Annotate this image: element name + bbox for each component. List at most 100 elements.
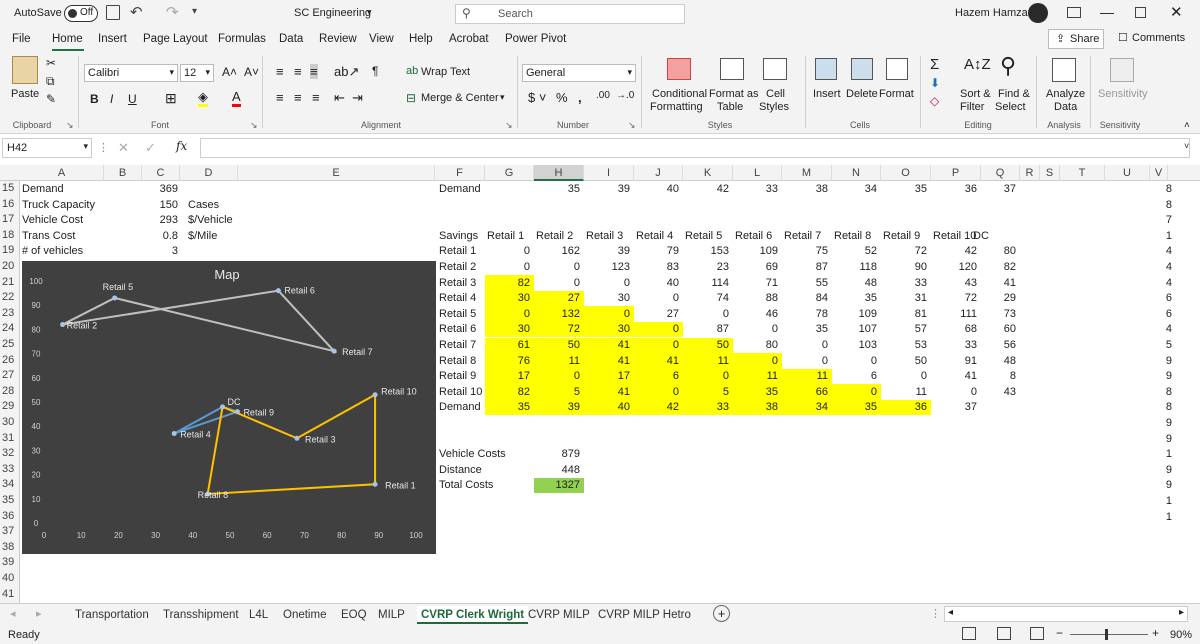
demand-value[interactable]: 42 [683, 182, 729, 197]
savings-value[interactable]: 109 [832, 307, 877, 322]
savings-value[interactable]: 6 [634, 369, 679, 384]
paste-icon[interactable] [12, 56, 38, 84]
partial-cell-value[interactable]: 8 [1160, 400, 1172, 415]
sheet-tab[interactable]: L4L [249, 606, 268, 624]
demand-value[interactable]: 35 [534, 182, 580, 197]
search-box[interactable]: ⚲ Search [455, 4, 685, 24]
demand-value[interactable]: 40 [634, 182, 679, 197]
partial-cell-value[interactable]: 9 [1160, 478, 1172, 493]
savings-demand-value[interactable]: 35 [485, 400, 530, 415]
analyze-data-label-1[interactable]: Analyze [1046, 88, 1085, 100]
param-value[interactable]: 369 [142, 182, 178, 197]
savings-value[interactable]: 52 [832, 244, 877, 259]
cost-label[interactable]: Distance [439, 463, 482, 478]
menu-view[interactable]: View [369, 33, 394, 45]
savings-value[interactable]: 71 [733, 276, 778, 291]
savings-value[interactable]: 50 [534, 338, 580, 353]
savings-demand-value[interactable]: 42 [634, 400, 679, 415]
menu-formulas[interactable]: Formulas [218, 33, 266, 45]
menu-power-pivot[interactable]: Power Pivot [505, 33, 566, 45]
sheet-tab[interactable]: CVRP Clerk Wright [417, 606, 529, 624]
savings-value[interactable]: 42 [931, 244, 977, 259]
savings-value[interactable]: 41 [981, 276, 1016, 291]
align-right-icon[interactable]: ≡ [312, 90, 320, 105]
next-sheet-icon[interactable]: ▸ [36, 607, 42, 620]
savings-value[interactable]: 0 [832, 354, 877, 369]
savings-value[interactable]: 0 [634, 385, 679, 400]
chevron-down-icon[interactable]: ▾ [367, 7, 372, 18]
save-icon[interactable] [106, 5, 120, 20]
zoom-in-icon[interactable]: + [1152, 626, 1159, 640]
param-value[interactable]: 293 [142, 213, 178, 228]
savings-value[interactable]: 60 [981, 322, 1016, 337]
analyze-data-label-2[interactable]: Data [1054, 101, 1077, 113]
borders-icon[interactable]: ⊞ [165, 90, 177, 107]
align-middle-icon[interactable]: ≡ [294, 64, 302, 79]
wrap-text-button[interactable]: Wrap Text [421, 66, 470, 78]
delete-cells-label[interactable]: Delete [846, 88, 878, 100]
savings-row-label[interactable]: Retail 6 [439, 322, 476, 337]
increase-indent-icon[interactable]: ⇥ [352, 90, 363, 106]
savings-column-header[interactable]: Retail 7 [784, 229, 821, 244]
partial-cell-value[interactable]: 7 [1160, 213, 1172, 228]
savings-value[interactable]: 82 [981, 260, 1016, 275]
demand-value[interactable]: 36 [931, 182, 977, 197]
menu-home[interactable]: Home [52, 33, 83, 45]
format-painter-icon[interactable]: ✎ [46, 92, 56, 106]
cost-label[interactable]: Vehicle Costs [439, 447, 506, 462]
partial-cell-value[interactable]: 1 [1160, 494, 1172, 509]
cancel-icon[interactable]: ✕ [118, 140, 129, 156]
align-bottom-icon[interactable]: ≡ [310, 64, 318, 79]
zoom-out-icon[interactable]: − [1056, 626, 1063, 640]
savings-value[interactable]: 41 [584, 354, 630, 369]
savings-value[interactable]: 6 [832, 369, 877, 384]
partial-cell-value[interactable]: 5 [1160, 338, 1172, 353]
cut-icon[interactable]: ✂ [46, 56, 56, 70]
savings-value[interactable]: 103 [832, 338, 877, 353]
italic-icon[interactable]: I [110, 92, 113, 106]
param-label[interactable]: Demand [22, 182, 64, 197]
partial-cell-value[interactable]: 6 [1160, 291, 1172, 306]
partial-cell-value[interactable]: 6 [1160, 307, 1172, 322]
decrease-decimal-icon[interactable]: →.0 [616, 90, 634, 101]
savings-value[interactable]: 80 [733, 338, 778, 353]
savings-value[interactable]: 83 [634, 260, 679, 275]
align-center-icon[interactable]: ≡ [294, 90, 302, 105]
savings-value[interactable]: 50 [881, 354, 927, 369]
normal-view-icon[interactable] [962, 627, 976, 640]
merge-center-icon[interactable]: ⊟ [406, 91, 416, 105]
savings-value[interactable]: 61 [485, 338, 530, 353]
collapse-ribbon-icon[interactable]: ˄ [1184, 120, 1190, 131]
savings-value[interactable]: 39 [584, 244, 630, 259]
cost-label[interactable]: Total Costs [439, 478, 493, 493]
font-size-select[interactable]: 12 ▾ [180, 64, 214, 82]
savings-value[interactable]: 40 [634, 276, 679, 291]
savings-value[interactable]: 72 [931, 291, 977, 306]
savings-value[interactable]: 41 [584, 338, 630, 353]
partial-cell-value[interactable]: 8 [1160, 385, 1172, 400]
savings-value[interactable]: 8 [981, 369, 1016, 384]
zoom-level[interactable]: 90% [1170, 629, 1192, 641]
align-left-icon[interactable]: ≡ [276, 90, 284, 105]
param-label[interactable]: Truck Capacity [22, 198, 95, 213]
savings-value[interactable]: 5 [534, 385, 580, 400]
savings-value[interactable]: 57 [881, 322, 927, 337]
savings-value[interactable]: 55 [782, 276, 828, 291]
savings-row-label[interactable]: Retail 3 [439, 276, 476, 291]
avatar[interactable] [1028, 3, 1048, 23]
savings-value[interactable]: 118 [832, 260, 877, 275]
savings-column-header[interactable]: Retail 10 [933, 229, 976, 244]
currency-icon[interactable]: $ ˅ [528, 90, 546, 105]
savings-value[interactable]: 30 [485, 322, 530, 337]
savings-demand-value[interactable]: 36 [881, 400, 927, 415]
menu-data[interactable]: Data [279, 33, 303, 45]
demand-value[interactable]: 38 [782, 182, 828, 197]
savings-row-label[interactable]: Retail 7 [439, 338, 476, 353]
savings-value[interactable]: 78 [782, 307, 828, 322]
sheet-tab[interactable]: EOQ [341, 606, 367, 624]
savings-demand-value[interactable]: 33 [683, 400, 729, 415]
param-unit[interactable]: $/Mile [188, 229, 217, 244]
savings-value[interactable]: 0 [634, 338, 679, 353]
savings-value[interactable]: 0 [485, 260, 530, 275]
font-name-select[interactable]: Calibri ▾ [84, 64, 178, 82]
